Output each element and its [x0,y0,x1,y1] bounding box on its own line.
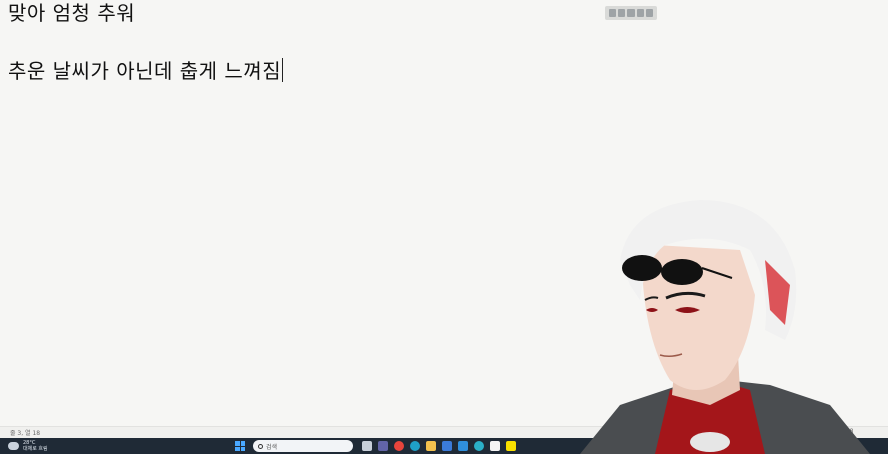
task-view-icon[interactable] [362,441,372,451]
sunglasses-left-lens [622,255,662,281]
floating-toolbar[interactable] [605,6,657,20]
taskbar-search[interactable]: 검색 [253,440,353,452]
sunglasses-right-lens [661,259,703,285]
weather-desc: 대체로 흐림 [23,446,48,452]
search-icon [258,443,263,449]
windows-logo-tile [235,446,240,451]
edge-icon[interactable] [410,441,420,451]
editor-line-2[interactable]: 추운 날씨가 아닌데 춥게 느껴짐 [8,55,284,84]
toolbar-segment[interactable] [618,9,626,17]
toolbar-segment[interactable] [609,9,617,17]
toolbar-segment[interactable] [636,9,644,17]
cursor-position: 줄 3, 열 18 [10,430,41,437]
editor-line-2-text[interactable]: 추운 날씨가 아닌데 춥게 느껴짐 [8,59,281,83]
text-caret [282,58,284,82]
avatar-cravat [690,432,730,452]
settings-icon[interactable] [474,441,484,451]
windows-logo-tile [235,441,240,446]
store-icon[interactable] [442,441,452,451]
windows-logo-tile [240,441,245,446]
editor-line-1[interactable]: 맞아 엄청 추워 [8,0,135,26]
cloud-icon [8,442,19,450]
search-placeholder: 검색 [266,443,278,451]
taskbar-apps [362,441,516,451]
vtuber-avatar [580,200,870,454]
windows-logo-tile [240,446,245,451]
teams-icon[interactable] [378,441,388,451]
toolbar-segment[interactable] [627,9,635,17]
toolbar-segment[interactable] [645,9,654,17]
kakaotalk-icon[interactable] [506,441,516,451]
weather-widget[interactable]: 28°C 대체로 흐림 [8,440,48,452]
explorer-icon[interactable] [426,441,436,451]
start-button[interactable] [235,441,245,451]
chrome-icon[interactable] [394,441,404,451]
mail-icon[interactable] [458,441,468,451]
capcut-icon[interactable] [490,441,500,451]
